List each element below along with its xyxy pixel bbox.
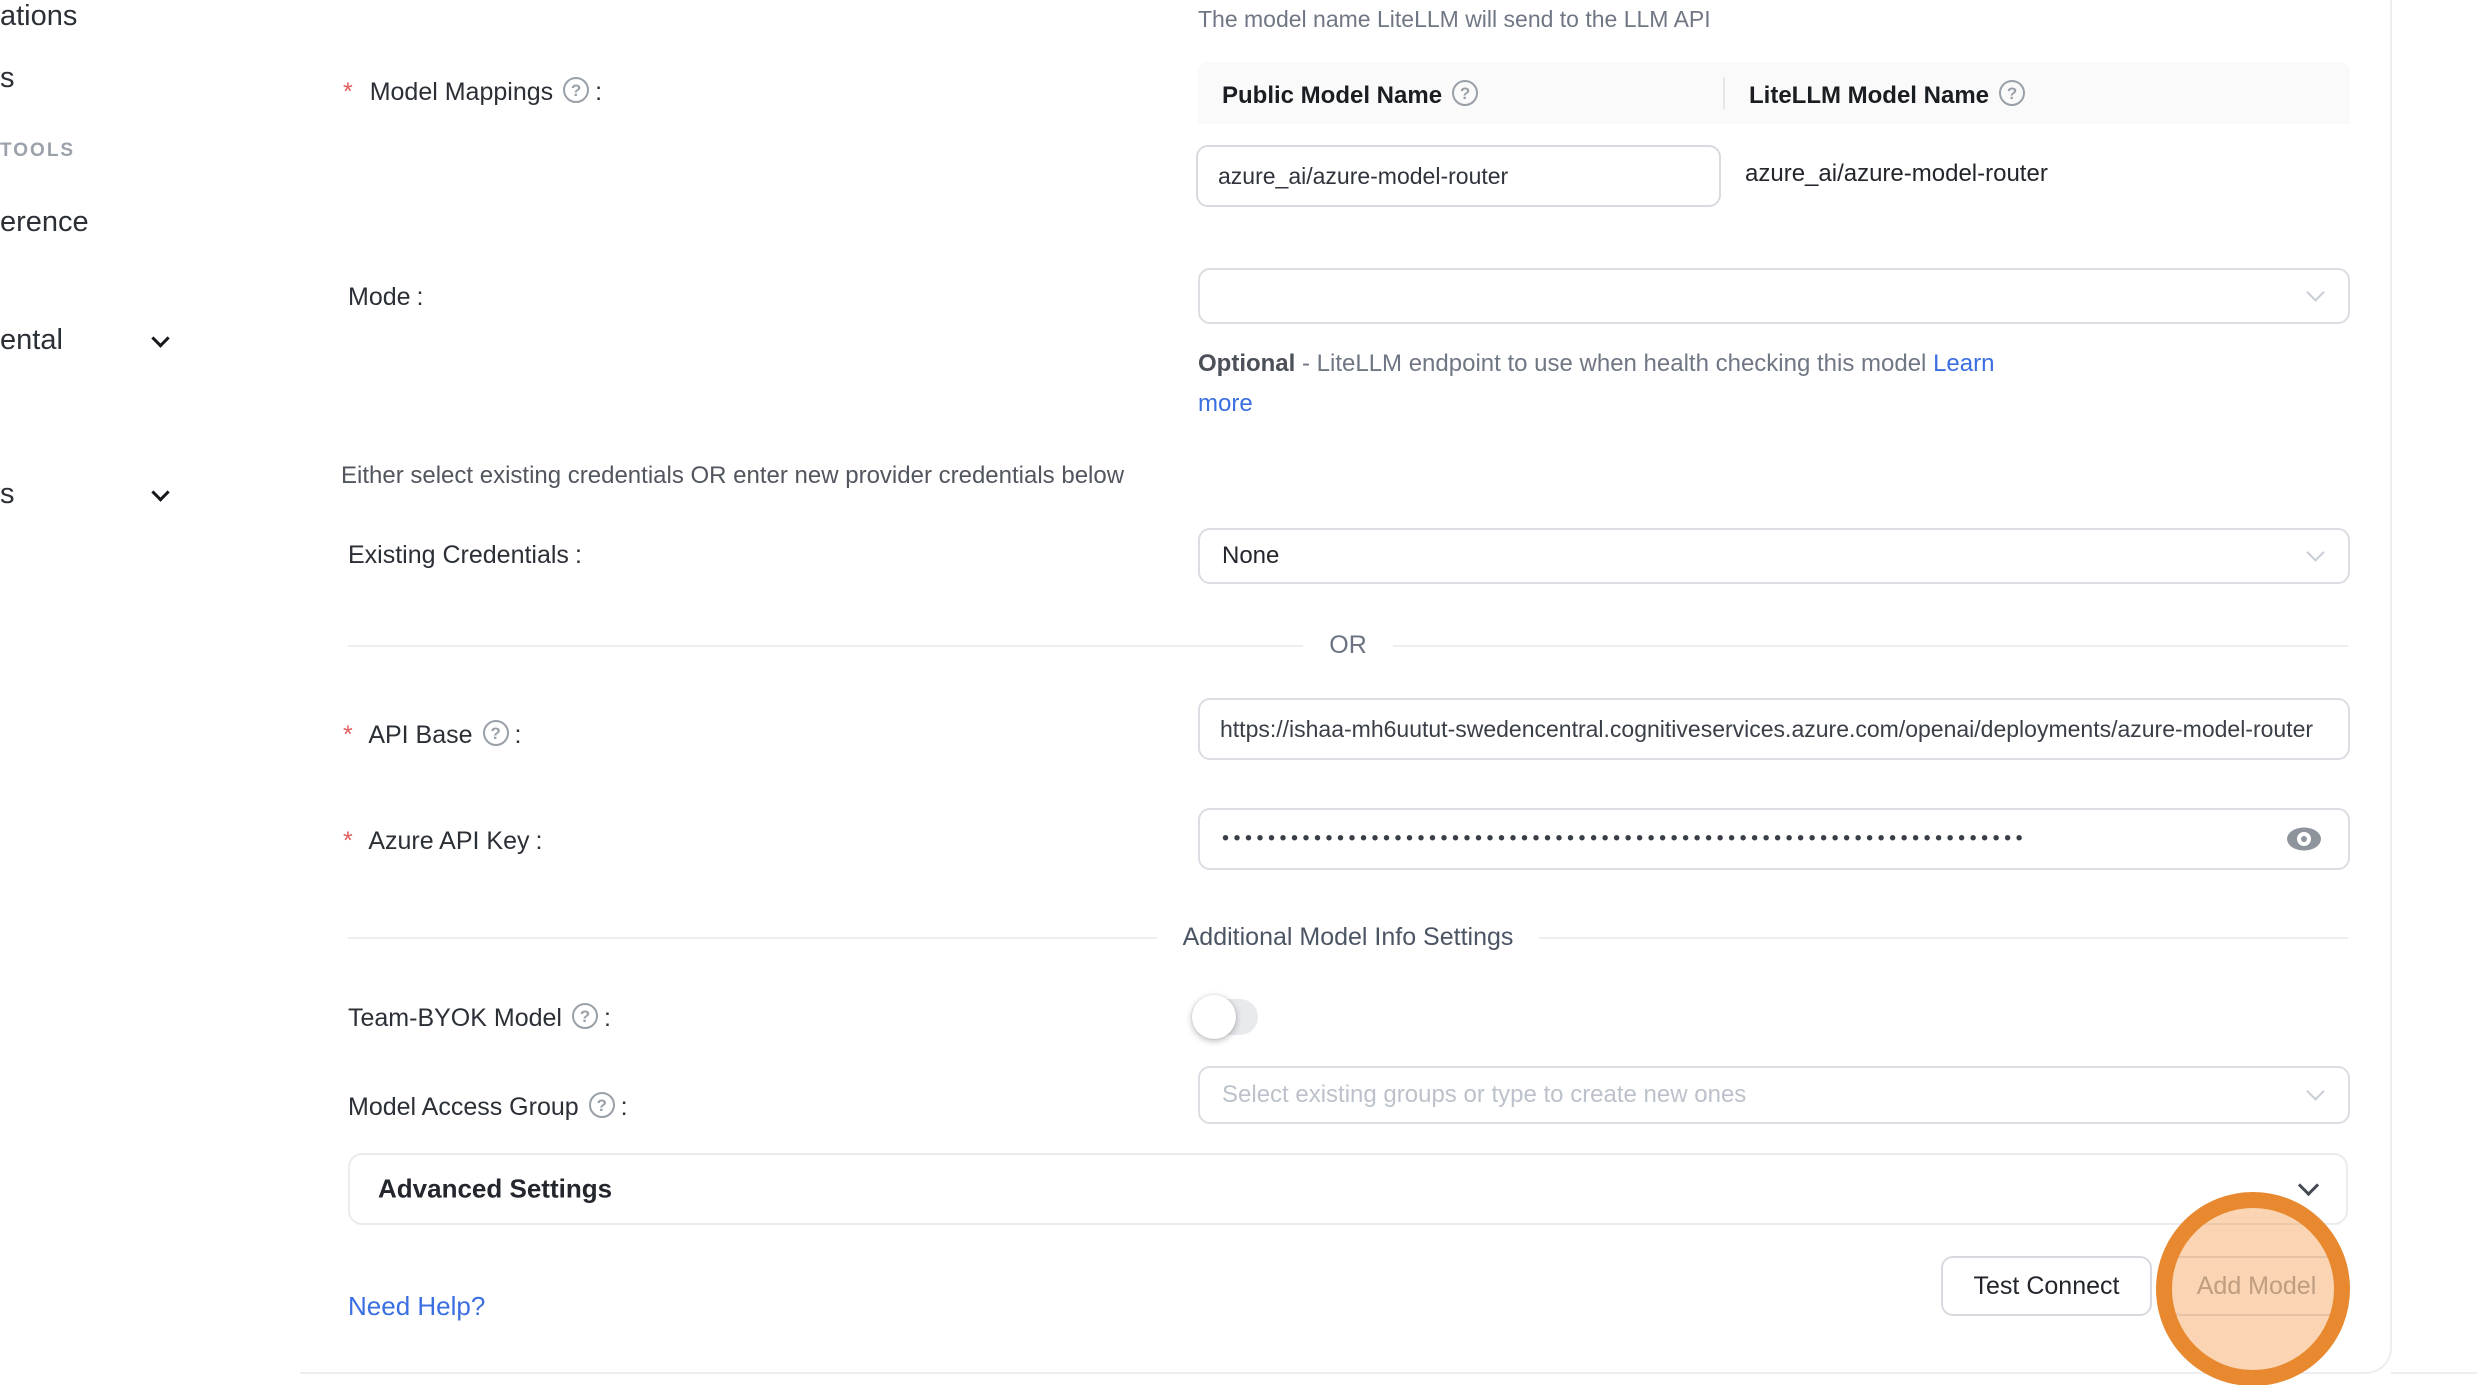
sidebar-item-settings[interactable]: s xyxy=(0,478,15,511)
existing-credentials-select[interactable]: None xyxy=(1198,528,2350,584)
column-divider xyxy=(1723,77,1725,109)
eye-icon[interactable] xyxy=(2284,823,2324,855)
masked-api-key-value: ••••••••••••••••••••••••••••••••••••••••… xyxy=(1222,828,2027,851)
test-connect-button[interactable]: Test Connect xyxy=(1941,1256,2152,1316)
mode-helper-text: Optional - LiteLLM endpoint to use when … xyxy=(1198,344,2028,424)
public-model-name-input[interactable] xyxy=(1196,145,1721,207)
model-access-group-label: Model Access Group: xyxy=(348,1089,628,1122)
add-model-button[interactable]: Add Model xyxy=(2169,1256,2344,1316)
divider-line xyxy=(1539,937,2348,939)
sidebar-item-logs[interactable]: s xyxy=(0,62,15,95)
litellm-model-name-header: LiteLLM Model Name xyxy=(1723,77,2025,110)
public-model-name-header: Public Model Name xyxy=(1198,77,1723,110)
model-mappings-table: Public Model Name LiteLLM Model Name azu… xyxy=(1198,62,2350,290)
need-help-link[interactable]: Need Help? xyxy=(348,1291,485,1322)
chevron-down-icon xyxy=(2306,1082,2324,1100)
help-question-icon[interactable] xyxy=(572,1003,598,1029)
sidebar-item-inference[interactable]: erence xyxy=(0,206,89,239)
divider-line xyxy=(348,937,1157,939)
chevron-down-icon xyxy=(151,329,169,347)
team-byok-toggle[interactable] xyxy=(1192,995,1258,1039)
help-question-icon[interactable] xyxy=(589,1092,615,1118)
help-question-icon[interactable] xyxy=(483,720,509,746)
chevron-down-icon xyxy=(2306,283,2324,301)
divider-line xyxy=(1393,645,2348,647)
model-mappings-table-row: azure_ai/azure-model-router xyxy=(1198,124,2350,290)
mode-select[interactable] xyxy=(1198,268,2350,324)
divider-line xyxy=(348,645,1303,647)
chevron-down-icon xyxy=(151,483,169,501)
or-divider: OR xyxy=(348,631,2348,660)
sidebar-section-tools: TOOLS xyxy=(0,140,75,162)
toggle-knob xyxy=(1192,995,1236,1039)
help-question-icon[interactable] xyxy=(563,77,589,103)
help-question-icon[interactable] xyxy=(1999,80,2025,106)
advanced-settings-label: Advanced Settings xyxy=(378,1174,612,1205)
api-base-input[interactable] xyxy=(1198,698,2350,760)
mode-label: Mode: xyxy=(348,283,424,312)
sidebar-item-organizations[interactable]: ations xyxy=(0,0,77,33)
credentials-note: Either select existing credentials OR en… xyxy=(341,462,1124,490)
azure-api-key-input[interactable]: ••••••••••••••••••••••••••••••••••••••••… xyxy=(1198,808,2350,870)
sidebar-item-experimental[interactable]: ental xyxy=(0,324,63,357)
model-access-group-select[interactable]: Select existing groups or type to create… xyxy=(1198,1066,2350,1124)
additional-model-info-divider: Additional Model Info Settings xyxy=(348,923,2348,952)
azure-api-key-label: Azure API Key: xyxy=(343,827,542,856)
api-base-label: API Base: xyxy=(343,717,522,750)
existing-credentials-value: None xyxy=(1222,542,1279,570)
help-question-icon[interactable] xyxy=(1452,80,1478,106)
model-access-group-placeholder: Select existing groups or type to create… xyxy=(1222,1081,1746,1109)
advanced-settings-panel[interactable]: Advanced Settings xyxy=(348,1153,2348,1225)
chevron-down-icon xyxy=(2306,543,2324,561)
model-name-helper-text: The model name LiteLLM will send to the … xyxy=(1198,6,1711,33)
chevron-down-icon xyxy=(2298,1175,2319,1196)
existing-credentials-label: Existing Credentials: xyxy=(348,541,582,570)
team-byok-label: Team-BYOK Model: xyxy=(348,1000,611,1033)
add-model-screen: ations s TOOLS erence ental s The model … xyxy=(0,0,2477,1385)
litellm-model-name-value: azure_ai/azure-model-router xyxy=(1745,160,2048,188)
bottom-divider xyxy=(2391,1372,2477,1374)
model-mappings-label: Model Mappings: xyxy=(343,74,602,107)
model-mappings-table-header: Public Model Name LiteLLM Model Name xyxy=(1198,62,2350,124)
